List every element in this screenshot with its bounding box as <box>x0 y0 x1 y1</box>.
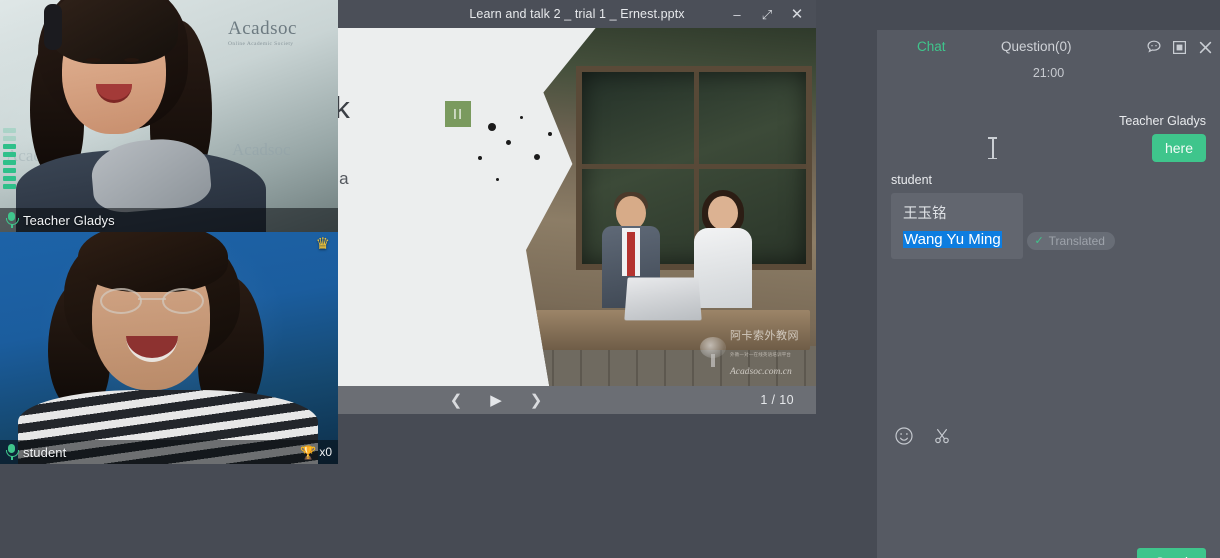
student-video-tile[interactable]: ♛ student 🏆 x0 <box>0 232 338 464</box>
teacher-eye-right <box>124 58 139 62</box>
student-hair-bangs <box>78 232 228 292</box>
trophy-count-label: x0 <box>319 445 332 459</box>
translated-label: Translated <box>1049 234 1105 248</box>
tab-question[interactable]: Question(0) <box>995 30 1078 64</box>
student-name-label: student <box>23 445 66 460</box>
message-text-original: 王玉铭 <box>903 202 1011 223</box>
slide-player-bar: ❮ ▶ ❯ 1 / 10 <box>338 386 816 414</box>
student-trophy-counter: 🏆 x0 <box>300 445 332 459</box>
close-button[interactable]: ✕ <box>782 0 812 28</box>
ink-splatter <box>496 178 499 181</box>
previous-slide-button[interactable]: ❮ <box>436 386 476 414</box>
close-icon[interactable] <box>1197 39 1214 56</box>
ink-splatter <box>520 116 523 119</box>
student-name-bar: student 🏆 x0 <box>0 440 338 464</box>
presentation-title: Learn and talk 2 _ trial 1 _ Ernest.pptx <box>469 7 684 21</box>
teacher-video-tile[interactable]: Acadsoc Online Academic Society Acadsoc … <box>0 0 338 232</box>
chat-header: Chat Question(0) <box>877 30 1220 64</box>
chat-timestamp: 21:00 <box>877 66 1220 80</box>
message-bubble[interactable]: here <box>1152 134 1206 162</box>
backdrop-brand-tagline: Online Academic Society <box>228 41 297 47</box>
chat-toolbar <box>877 418 1220 454</box>
level-bar <box>3 184 16 189</box>
message-sender-label: Teacher Gladys <box>1119 114 1206 128</box>
teacher-name-label: Teacher Gladys <box>23 213 115 228</box>
level-bar <box>3 136 16 141</box>
minimize-button[interactable]: – <box>722 0 752 28</box>
watermark-chinese-name: 阿卡索外教网 <box>730 330 799 342</box>
next-slide-button[interactable]: ❯ <box>516 386 556 414</box>
video-column: Acadsoc Online Academic Society Acadsoc … <box>0 0 338 558</box>
photo-laptop <box>624 278 701 321</box>
ink-splatter <box>506 140 511 145</box>
play-icon: ▶ <box>490 391 502 409</box>
chat-bubble-icon[interactable] <box>1145 39 1162 56</box>
app-root: Acadsoc Online Academic Society Acadsoc … <box>0 0 1220 558</box>
chat-header-icons <box>1145 30 1214 64</box>
message-sender-label: student <box>891 173 1115 187</box>
teacher-headset <box>44 4 62 50</box>
level-bar <box>3 160 16 165</box>
slide-subtitle: nema <box>338 169 349 189</box>
check-icon: ✓ <box>1034 234 1043 247</box>
teacher-eye-left <box>86 58 101 62</box>
student-glasses <box>100 288 204 310</box>
message-item-outgoing: Teacher Gladys here <box>1119 114 1206 162</box>
level-bar <box>3 176 16 181</box>
teacher-audio-level-meter <box>3 128 16 189</box>
ink-splatter <box>548 132 552 136</box>
slide-watermark: 阿卡索外教网 外教一对一在线英语培训平台 Acadsoc.com.cn <box>700 332 808 372</box>
slide-lesson-badge: II <box>445 101 471 127</box>
tab-chat[interactable]: Chat <box>911 30 952 64</box>
level-bar <box>3 152 16 157</box>
trophy-icon: 🏆 <box>300 446 316 459</box>
watermark-tagline: 外教一对一在线英语培训平台 <box>730 352 791 357</box>
crown-icon: ♛ <box>316 237 330 253</box>
tree-logo-icon <box>700 337 726 367</box>
message-bubble[interactable]: 王玉铭 Wang Yu Ming <box>891 193 1023 259</box>
send-button[interactable]: Send <box>1137 548 1206 558</box>
message-item-incoming: student 王玉铭 Wang Yu Ming ✓ Translated <box>891 173 1115 259</box>
dock-window-icon[interactable] <box>1171 39 1188 56</box>
presentation-title-bar[interactable]: Learn and talk 2 _ trial 1 _ Ernest.pptx… <box>338 0 816 28</box>
text-cursor-icon <box>988 137 997 159</box>
play-button[interactable]: ▶ <box>476 386 516 414</box>
restore-button[interactable]: ⤢ <box>752 0 782 28</box>
emoji-icon[interactable] <box>894 426 914 446</box>
teacher-name-bar: Teacher Gladys <box>0 208 338 232</box>
translated-badge: ✓ Translated <box>1027 232 1114 250</box>
slide-page-indicator: 1 / 10 <box>760 393 794 407</box>
ink-splatter <box>488 123 496 131</box>
backdrop-brand-logo-secondary: Acadsoc <box>232 140 291 160</box>
watermark-domain: Acadsoc.com.cn <box>730 367 792 377</box>
microphone-icon <box>6 444 17 460</box>
level-bar <box>3 168 16 173</box>
microphone-icon <box>6 212 17 228</box>
chat-message-list[interactable]: Teacher Gladys here student 王玉铭 Wang Yu … <box>877 80 1220 418</box>
backdrop-brand-logo: Acadsoc Online Academic Society <box>228 18 297 47</box>
level-bar <box>3 144 16 149</box>
backdrop-brand-name: Acadsoc <box>228 18 297 39</box>
level-bar <box>3 128 16 133</box>
presentation-window: Learn and talk 2 _ trial 1 _ Ernest.pptx… <box>338 0 816 414</box>
ink-splatter <box>478 156 482 160</box>
slide-title: d Talk <box>338 90 350 126</box>
chat-input-area[interactable]: Send <box>877 474 1220 558</box>
scissors-icon[interactable] <box>932 426 952 446</box>
slide-canvas[interactable]: d Talk II nema 阿卡索外教网 外教一对一在线英语培训平台 Acad… <box>338 28 816 386</box>
message-text-translation[interactable]: Wang Yu Ming <box>903 231 1002 248</box>
chat-panel: Chat Question(0) <box>877 30 1220 558</box>
teacher-hair-front <box>50 0 178 64</box>
window-controls: – ⤢ ✕ <box>722 0 812 28</box>
ink-splatter <box>534 154 540 160</box>
